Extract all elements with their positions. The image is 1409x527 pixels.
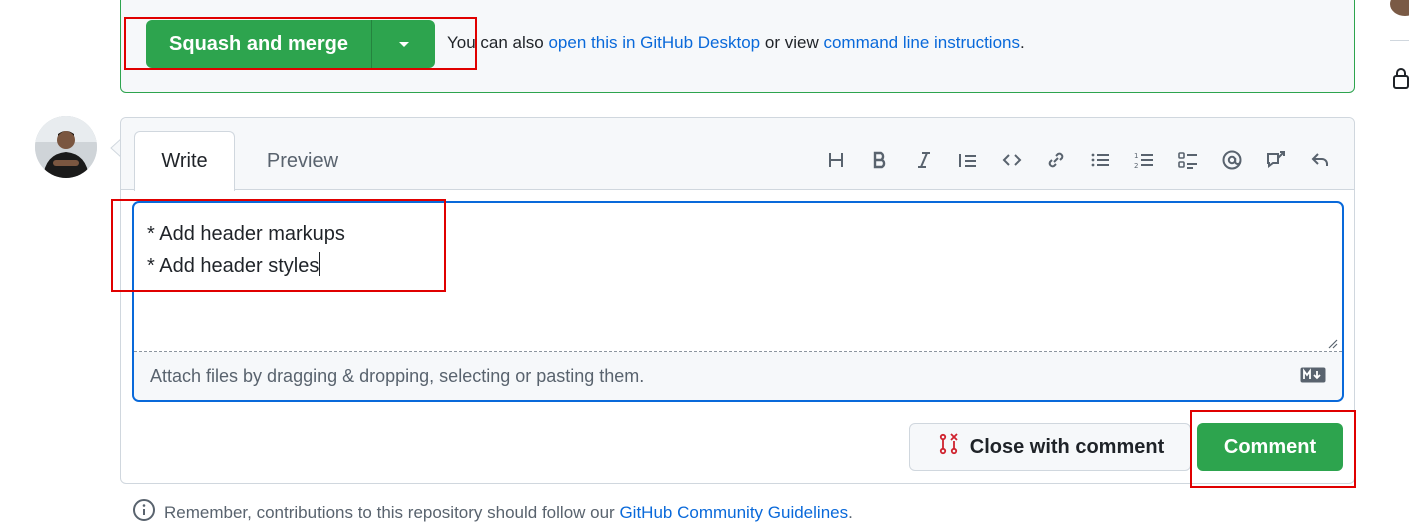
tab-write[interactable]: Write	[134, 131, 235, 191]
lock-icon	[1392, 66, 1409, 95]
task-list-icon[interactable]	[1166, 140, 1210, 180]
markdown-toolbar: 12	[814, 140, 1342, 180]
link-icon[interactable]	[1034, 140, 1078, 180]
user-avatar[interactable]	[35, 116, 97, 178]
merge-highlight-box	[124, 17, 477, 70]
ordered-list-icon[interactable]: 12	[1122, 140, 1166, 180]
mention-icon[interactable]	[1210, 140, 1254, 180]
quote-icon[interactable]	[946, 140, 990, 180]
text-highlight-box	[111, 199, 446, 292]
guidelines-note: Remember, contributions to this reposito…	[132, 498, 853, 527]
svg-text:2: 2	[1134, 162, 1138, 170]
italic-icon[interactable]	[902, 140, 946, 180]
tab-preview[interactable]: Preview	[245, 131, 360, 191]
open-in-desktop-link[interactable]: open this in GitHub Desktop	[548, 33, 760, 52]
code-icon[interactable]	[990, 140, 1034, 180]
info-icon	[132, 498, 156, 527]
cross-reference-icon[interactable]	[1254, 140, 1298, 180]
issue-closed-icon	[936, 432, 960, 462]
sidebar-divider	[1390, 40, 1409, 41]
comment-highlight-box	[1190, 410, 1356, 488]
markdown-icon[interactable]	[1300, 367, 1326, 388]
merge-alternatives-text: You can also open this in GitHub Desktop…	[447, 33, 1025, 52]
close-with-comment-button[interactable]: Close with comment	[909, 423, 1191, 471]
close-with-comment-label: Close with comment	[969, 435, 1165, 458]
bold-icon[interactable]	[858, 140, 902, 180]
saved-reply-icon[interactable]	[1298, 140, 1342, 180]
unordered-list-icon[interactable]	[1078, 140, 1122, 180]
attach-files-hint: Attach files by dragging & dropping, sel…	[150, 366, 645, 386]
command-line-instructions-link[interactable]: command line instructions	[823, 33, 1020, 52]
heading-icon[interactable]	[814, 140, 858, 180]
sidebar-avatar[interactable]	[1390, 0, 1409, 16]
svg-text:1: 1	[1134, 152, 1138, 160]
community-guidelines-link[interactable]: GitHub Community Guidelines	[619, 503, 848, 522]
